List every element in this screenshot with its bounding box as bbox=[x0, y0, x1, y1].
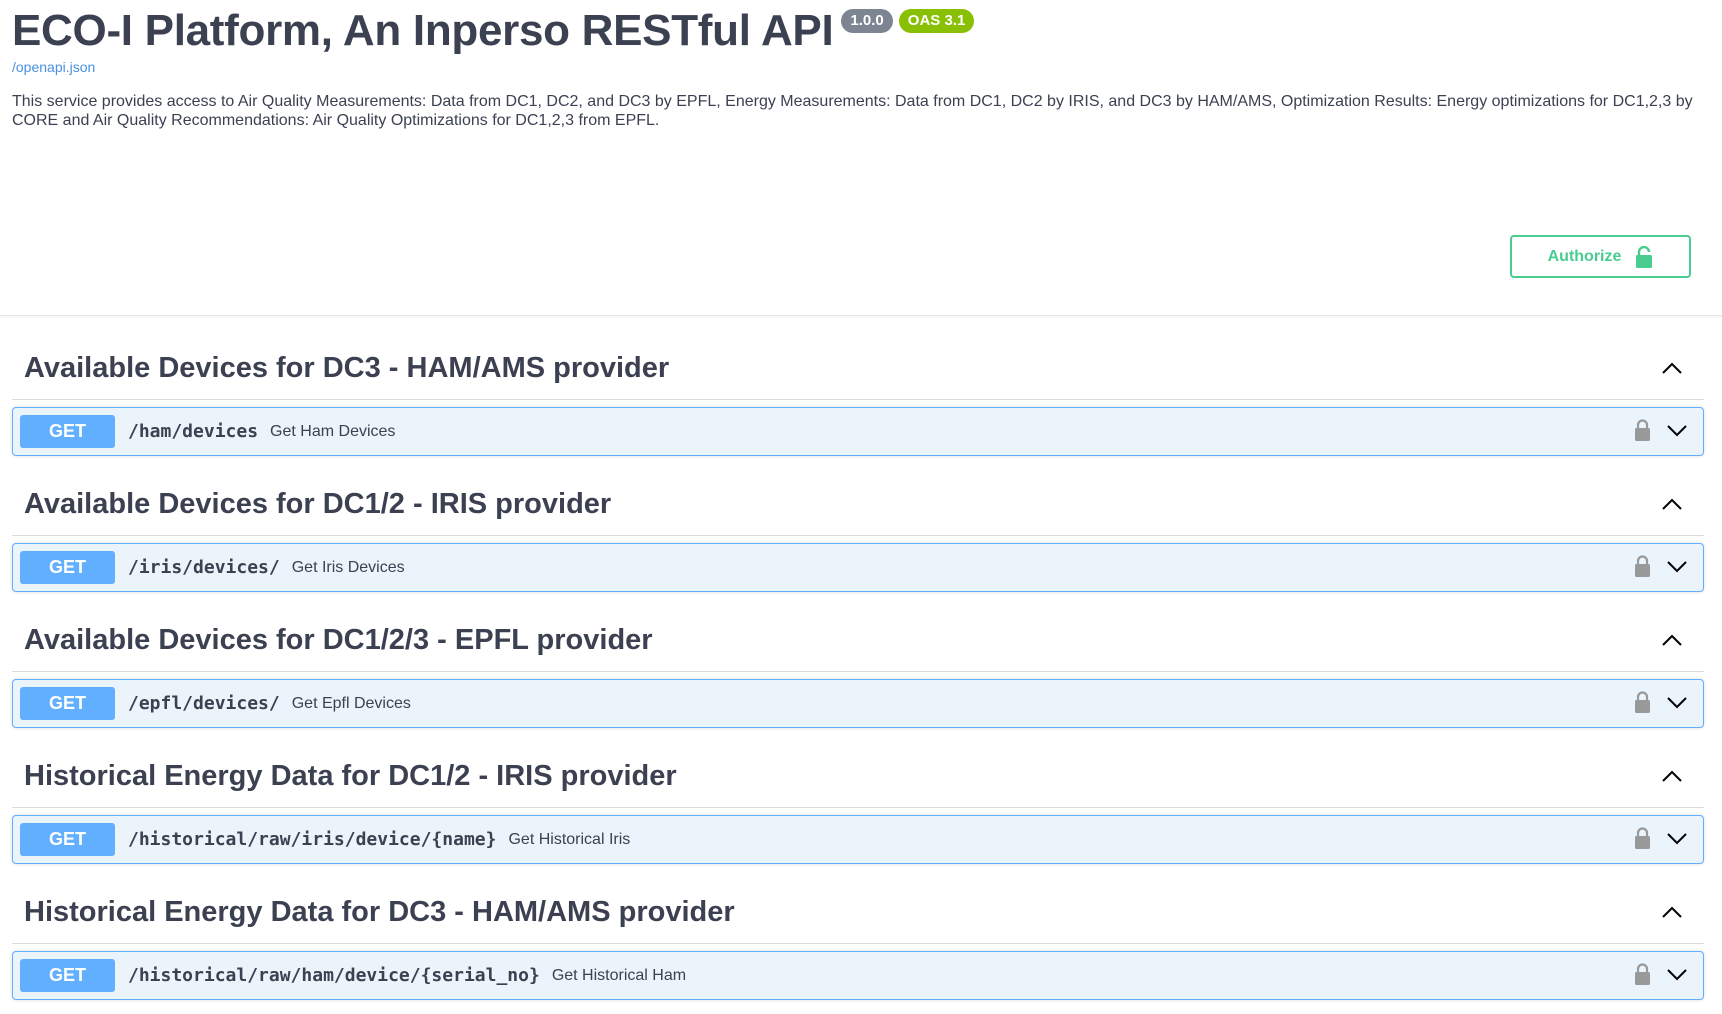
tag-header[interactable]: Historical Energy Data for DC1/2 - IRIS … bbox=[12, 746, 1704, 808]
operation-summary-text: Get Historical Iris bbox=[508, 830, 631, 848]
operation-path: /historical/raw/ham/device/{serial_no} bbox=[128, 965, 540, 986]
method-badge: GET bbox=[20, 959, 115, 992]
tag-section: Historical Energy Data for DC1/2 - IRIS … bbox=[12, 746, 1704, 882]
operation-summary[interactable]: GET /ham/devices Get Ham Devices bbox=[12, 407, 1704, 456]
lock-icon[interactable] bbox=[1634, 555, 1651, 577]
tag-section: Historical Energy Data for DC3 - HAM/AMS… bbox=[12, 882, 1704, 1014]
tag-header[interactable]: Historical Energy Data for DC3 - HAM/AMS… bbox=[12, 882, 1704, 944]
operation-path: /historical/raw/iris/device/{name} bbox=[128, 829, 497, 850]
tag-header[interactable]: Available Devices for DC3 - HAM/AMS prov… bbox=[12, 338, 1704, 400]
operation-summary-text: Get Ham Devices bbox=[270, 422, 396, 440]
api-info: ECO-I Platform, An Inperso RESTful API 1… bbox=[12, 0, 1712, 130]
chevron-up-icon[interactable] bbox=[1660, 901, 1684, 925]
tag-title: Available Devices for DC1/2/3 - EPFL pro… bbox=[24, 624, 653, 656]
tag-header[interactable]: Available Devices for DC1/2 - IRIS provi… bbox=[12, 474, 1704, 536]
tag-title: Available Devices for DC3 - HAM/AMS prov… bbox=[24, 352, 670, 384]
operation-icons bbox=[1634, 690, 1689, 714]
operation-summary[interactable]: GET /iris/devices/ Get Iris Devices bbox=[12, 543, 1704, 592]
operation-icons bbox=[1634, 418, 1689, 442]
lock-icon[interactable] bbox=[1634, 419, 1651, 441]
method-badge: GET bbox=[20, 551, 115, 584]
operation-summary[interactable]: GET /historical/raw/ham/device/{serial_n… bbox=[12, 951, 1704, 1000]
operation-summary-text: Get Iris Devices bbox=[291, 558, 405, 576]
chevron-down-icon[interactable] bbox=[1665, 690, 1689, 714]
operation-path: /iris/devices/ bbox=[128, 557, 280, 578]
lock-icon[interactable] bbox=[1634, 827, 1651, 849]
chevron-up-icon[interactable] bbox=[1660, 493, 1684, 517]
tag-title: Historical Energy Data for DC3 - HAM/AMS… bbox=[24, 896, 735, 928]
tag-section: Available Devices for DC1/2 - IRIS provi… bbox=[12, 474, 1704, 610]
tag-section: Available Devices for DC1/2/3 - EPFL pro… bbox=[12, 610, 1704, 746]
oas-badge: OAS 3.1 bbox=[898, 9, 975, 33]
lock-icon[interactable] bbox=[1634, 963, 1651, 985]
scheme-container: Authorize bbox=[0, 200, 1722, 316]
chevron-down-icon[interactable] bbox=[1665, 826, 1689, 850]
method-badge: GET bbox=[20, 687, 115, 720]
authorize-label: Authorize bbox=[1547, 247, 1622, 265]
tag-section: Available Devices for DC3 - HAM/AMS prov… bbox=[12, 338, 1704, 474]
operation-path: /ham/devices bbox=[128, 421, 259, 442]
tag-title: Available Devices for DC1/2 - IRIS provi… bbox=[24, 488, 612, 520]
chevron-up-icon[interactable] bbox=[1660, 629, 1684, 653]
operation-path: /epfl/devices/ bbox=[128, 693, 280, 714]
version-badge: 1.0.0 bbox=[841, 9, 893, 33]
operation-summary-text: Get Epfl Devices bbox=[291, 694, 411, 712]
chevron-down-icon[interactable] bbox=[1665, 962, 1689, 986]
chevron-down-icon[interactable] bbox=[1665, 418, 1689, 442]
operation-summary[interactable]: GET /historical/raw/iris/device/{name} G… bbox=[12, 815, 1704, 864]
chevron-down-icon[interactable] bbox=[1665, 554, 1689, 578]
page-title: ECO-I Platform, An Inperso RESTful API bbox=[12, 6, 834, 55]
operation-summary[interactable]: GET /epfl/devices/ Get Epfl Devices bbox=[12, 679, 1704, 728]
api-description: This service provides access to Air Qual… bbox=[12, 93, 1693, 129]
operation-icons bbox=[1634, 826, 1689, 850]
operation-icons bbox=[1634, 554, 1689, 578]
operation-summary-text: Get Historical Ham bbox=[551, 966, 687, 984]
tag-header[interactable]: Available Devices for DC1/2/3 - EPFL pro… bbox=[12, 610, 1704, 672]
operation-icons bbox=[1634, 962, 1689, 986]
tag-title: Historical Energy Data for DC1/2 - IRIS … bbox=[24, 760, 677, 792]
method-badge: GET bbox=[20, 415, 115, 448]
lock-icon[interactable] bbox=[1634, 691, 1651, 713]
method-badge: GET bbox=[20, 823, 115, 856]
chevron-up-icon[interactable] bbox=[1660, 765, 1684, 789]
title-row: ECO-I Platform, An Inperso RESTful API 1… bbox=[12, 0, 1712, 62]
operations-list: Available Devices for DC3 - HAM/AMS prov… bbox=[12, 338, 1704, 1014]
chevron-up-icon[interactable] bbox=[1660, 357, 1684, 381]
authorize-button[interactable]: Authorize bbox=[1510, 235, 1691, 278]
unlocked-icon bbox=[1636, 245, 1653, 268]
